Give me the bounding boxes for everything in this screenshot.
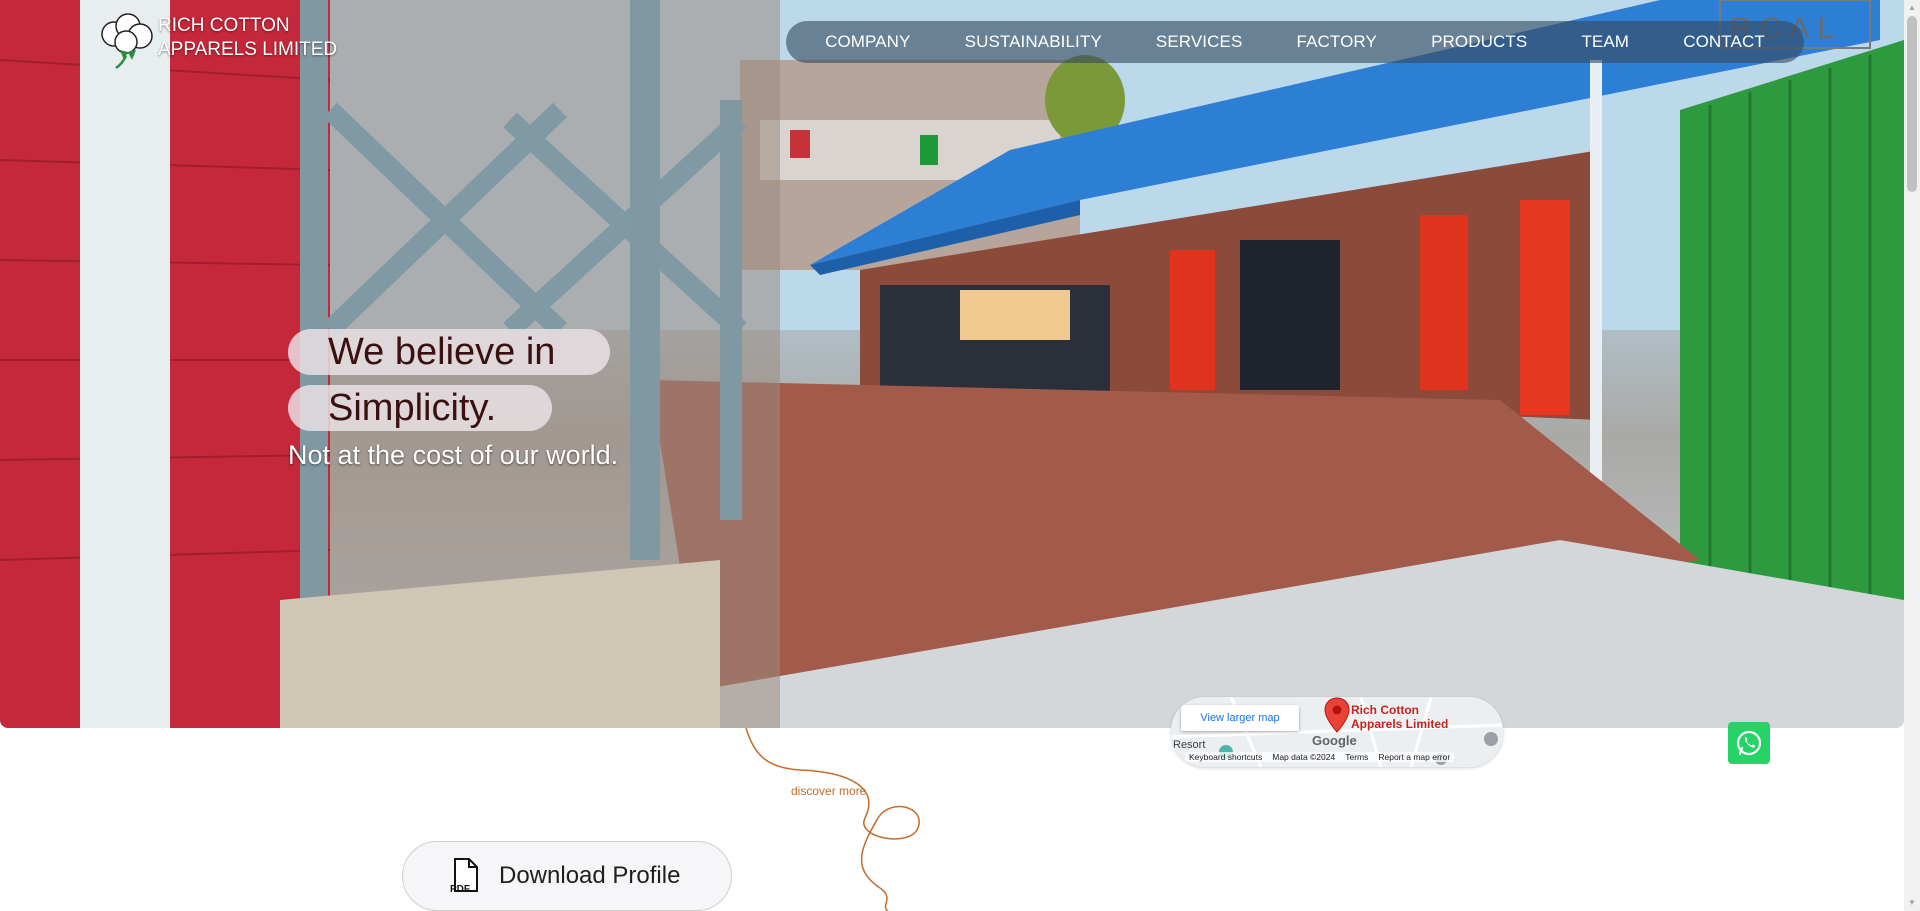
- cotton-flower-icon: [101, 13, 153, 70]
- nav-team[interactable]: TEAM: [1581, 32, 1629, 52]
- headline-line1: We believe in: [288, 329, 610, 375]
- google-map-embed[interactable]: View larger map Rich Cotton Apparels Lim…: [1171, 697, 1503, 767]
- whatsapp-icon: [1736, 730, 1762, 756]
- nav-sustainability[interactable]: SUSTAINABILITY: [965, 32, 1102, 52]
- brand-name-line1: RICH COTTON: [158, 15, 290, 36]
- nav-contact[interactable]: CONTACT: [1683, 32, 1765, 52]
- view-larger-map-button[interactable]: View larger map: [1181, 705, 1299, 731]
- map-place-line1: Rich Cotton: [1351, 703, 1419, 717]
- brand-name: RICH COTTON APPARELS LIMITED: [158, 14, 337, 62]
- nav-products[interactable]: PRODUCTS: [1431, 32, 1527, 52]
- map-report-error-link[interactable]: Report a map error: [1378, 752, 1450, 762]
- map-nearby-label: Resort: [1173, 739, 1206, 751]
- download-profile-label: Download Profile: [499, 862, 681, 889]
- hero-factory-image: RCAL: [0, 0, 1904, 728]
- map-keyboard-shortcuts[interactable]: Keyboard shortcuts: [1189, 752, 1262, 762]
- scrollbar-thumb[interactable]: [1907, 16, 1917, 192]
- map-pin-icon: [1324, 697, 1350, 733]
- decorative-curve: [745, 728, 920, 911]
- hero-banner: RCAL RICH COTTON APPARELS LIMITED COMPAN…: [0, 0, 1904, 728]
- nav-services[interactable]: SERVICES: [1156, 32, 1242, 52]
- pdf-file-icon: PDF: [450, 858, 478, 895]
- map-place-label[interactable]: Rich Cotton Apparels Limited: [1351, 703, 1448, 731]
- whatsapp-button[interactable]: [1728, 722, 1770, 764]
- map-terms-link[interactable]: Terms: [1345, 752, 1368, 762]
- site-logo[interactable]: RICH COTTON APPARELS LIMITED: [98, 12, 337, 70]
- nav-company[interactable]: COMPANY: [825, 32, 910, 52]
- map-footer: Keyboard shortcuts Map data ©2024 Terms …: [1185, 752, 1455, 762]
- download-profile-button[interactable]: PDF Download Profile: [402, 841, 732, 911]
- discover-more-link[interactable]: discover more: [791, 784, 866, 798]
- map-data-attribution: Map data ©2024: [1272, 752, 1336, 762]
- pdf-icon-text: PDF: [450, 884, 470, 895]
- map-place-line2: Apparels Limited: [1351, 717, 1449, 731]
- page-scrollbar[interactable]: ▲ ▼: [1904, 0, 1920, 911]
- headline-line2: Simplicity.: [288, 385, 552, 431]
- main-nav: COMPANY SUSTAINABILITY SERVICES FACTORY …: [786, 21, 1804, 63]
- brand-name-line2: APPARELS LIMITED: [158, 39, 338, 60]
- nav-factory[interactable]: FACTORY: [1297, 32, 1377, 52]
- hero-tagline: Not at the cost of our world.: [288, 440, 619, 470]
- scroll-up-arrow-icon[interactable]: ▲: [1904, 0, 1920, 16]
- google-logo: Google: [1312, 733, 1357, 748]
- scroll-down-arrow-icon[interactable]: ▼: [1904, 895, 1920, 911]
